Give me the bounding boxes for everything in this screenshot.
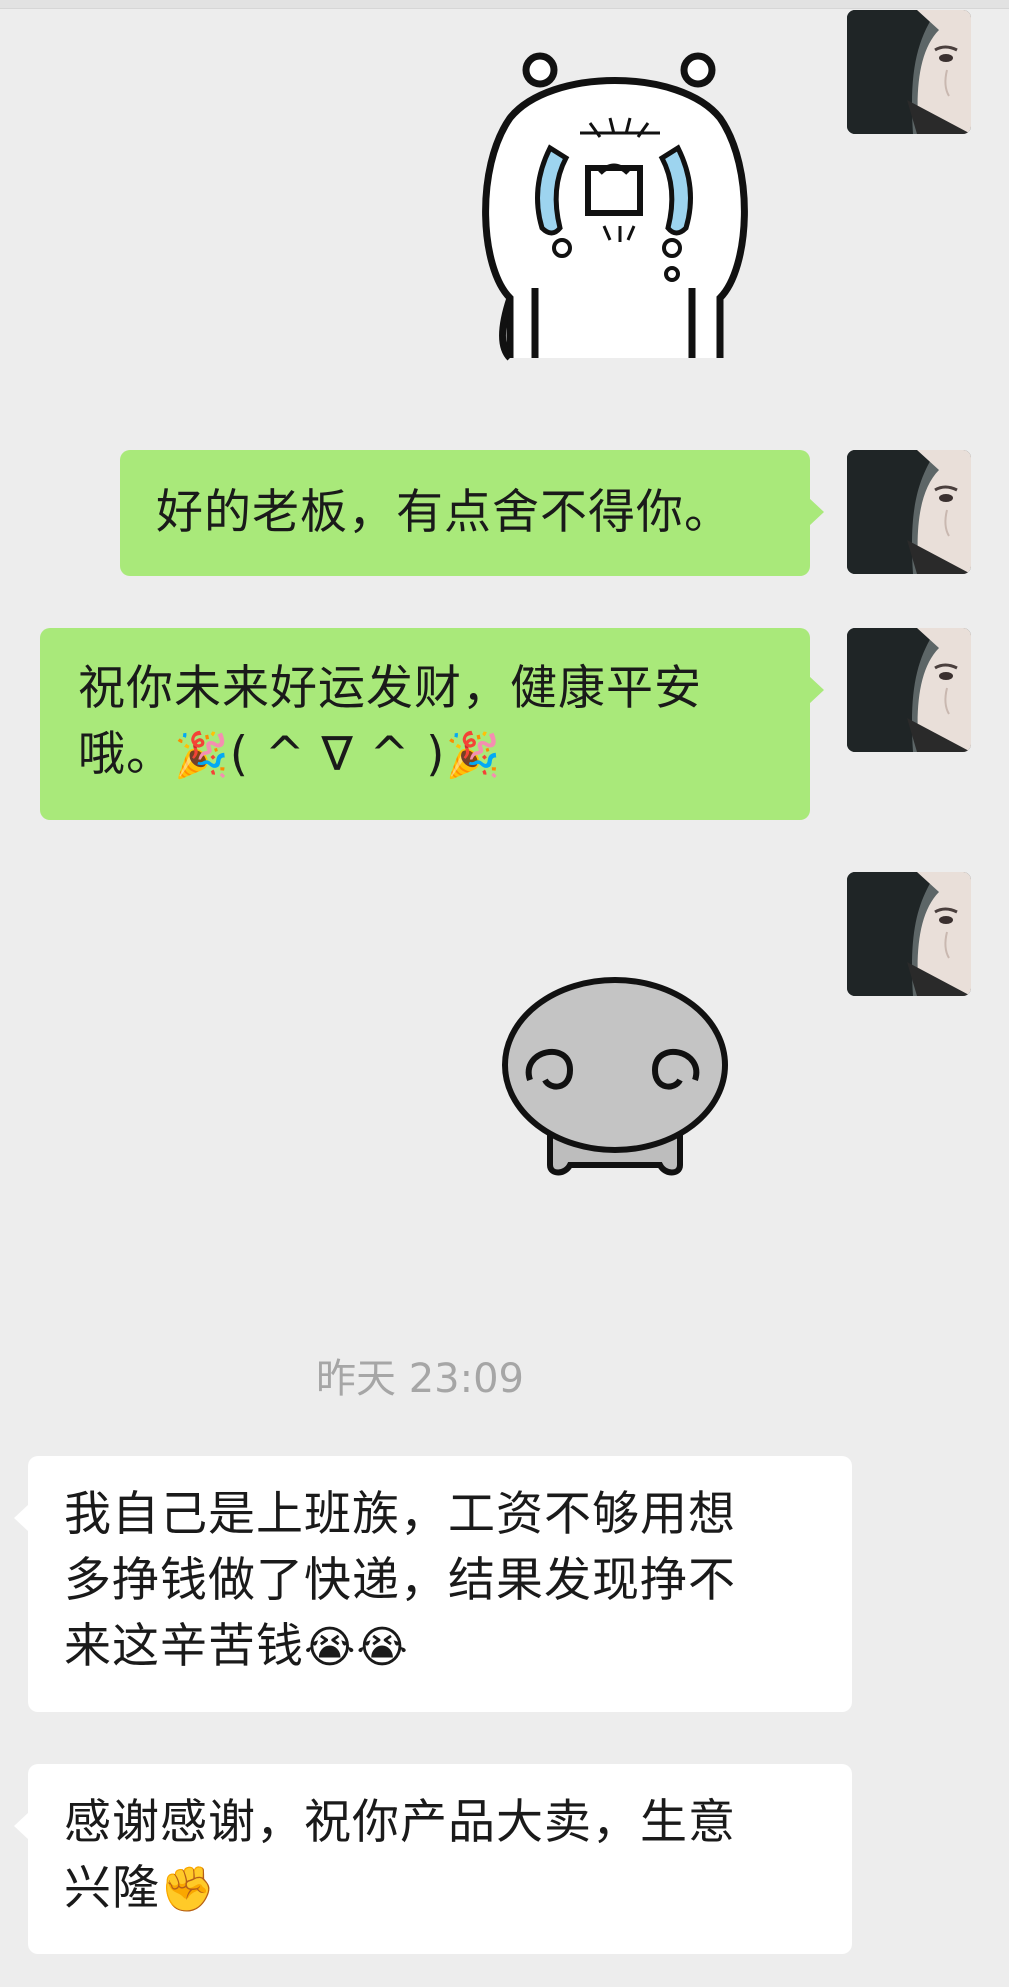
- message-text: 好的老板，有点舍不得你。: [156, 485, 732, 540]
- message-text-line: 感谢感谢，祝你产品大卖，生意: [64, 1795, 736, 1850]
- message-bubble-received[interactable]: 感谢感谢，祝你产品大卖，生意 兴隆✊: [14, 1764, 852, 1954]
- message-bubble-sent[interactable]: 祝你未来好运发财，健康平安 哦。🎉( ^ ∇ ^ )🎉: [40, 628, 824, 820]
- message-text-line: 兴隆✊: [64, 1856, 816, 1923]
- avatar[interactable]: [847, 450, 971, 574]
- message-text-line: 祝你未来好运发财，健康平安: [78, 661, 702, 716]
- message-bubble-sent[interactable]: 好的老板，有点舍不得你。: [120, 450, 824, 576]
- avatar-photo-icon: [847, 872, 971, 996]
- crying-bear-sticker[interactable]: [470, 48, 760, 368]
- avatar-photo-icon: [847, 450, 971, 574]
- laughing-crying-icon: 😭😭: [304, 1622, 409, 1673]
- party-popper-icon: 🎉: [445, 730, 502, 781]
- message-text-line: 多挣钱做了快递，结果发现挣不: [64, 1553, 736, 1608]
- avatar-photo-icon: [847, 628, 971, 752]
- top-divider: [0, 0, 1009, 9]
- chat-timestamp: 昨天 23:09: [316, 1356, 524, 1402]
- message-text: 兴隆: [64, 1861, 160, 1916]
- message-bubble-received[interactable]: 我自己是上班族，工资不够用想 多挣钱做了快递，结果发现挣不 来这辛苦钱😭😭: [14, 1456, 852, 1712]
- avatar[interactable]: [847, 872, 971, 996]
- message-text: 哦。: [78, 727, 174, 782]
- message-text-line: 哦。🎉( ^ ∇ ^ )🎉: [78, 722, 772, 789]
- message-text-line: 来这辛苦钱😭😭: [64, 1614, 816, 1681]
- party-popper-icon: 🎉: [174, 730, 230, 781]
- avatar-photo-icon: [847, 10, 971, 134]
- message-text: 来这辛苦钱: [64, 1619, 304, 1674]
- grey-blob-crying-sticker[interactable]: [490, 970, 740, 1185]
- avatar[interactable]: [847, 10, 971, 134]
- message-text-line: 我自己是上班族，工资不够用想: [64, 1487, 736, 1542]
- avatar[interactable]: [847, 628, 971, 752]
- raised-fist-icon: ✊: [160, 1864, 216, 1915]
- kaomoji-text: ( ^ ∇ ^ ): [229, 727, 446, 782]
